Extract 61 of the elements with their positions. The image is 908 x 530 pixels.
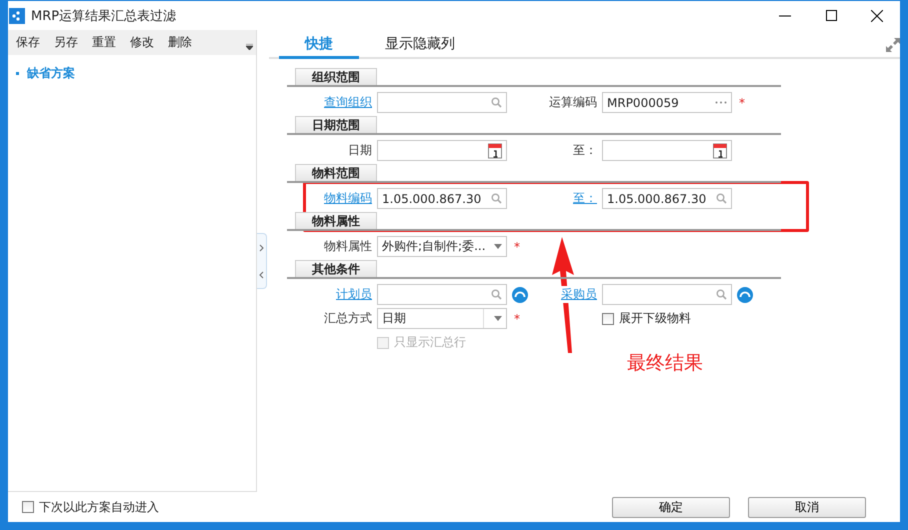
field-link[interactable]: 查询组织 <box>324 94 372 111</box>
field-label: 运算编码 <box>549 94 597 111</box>
search-icon[interactable] <box>491 289 502 300</box>
ellipsis-icon[interactable] <box>715 101 727 104</box>
toolbar-button[interactable]: 另存 <box>54 34 78 51</box>
overflow-icon[interactable] <box>246 44 253 50</box>
checkbox[interactable] <box>602 312 614 324</box>
refresh-icon[interactable] <box>737 286 753 302</box>
input-field[interactable] <box>602 284 732 305</box>
checkbox-label[interactable]: 下次以此方案自动进入 <box>22 498 159 516</box>
splitter-handle[interactable] <box>257 233 267 289</box>
checkbox-label[interactable]: 展开下级物料 <box>602 310 732 327</box>
search-icon[interactable] <box>716 193 727 204</box>
toolbar-button[interactable]: 删除 <box>168 34 192 51</box>
scheme-item[interactable]: 缺省方案 <box>16 65 256 82</box>
input-field[interactable] <box>377 284 507 305</box>
app-icon <box>9 8 25 24</box>
minimize-icon[interactable] <box>779 14 791 16</box>
input-field[interactable] <box>377 92 507 113</box>
caret-icon[interactable] <box>494 316 502 321</box>
tab[interactable]: 快捷 <box>279 35 359 59</box>
toolbar-button[interactable]: 保存 <box>16 34 40 51</box>
required-mark: * <box>514 312 520 326</box>
annotation-text: 最终结果 <box>627 351 703 376</box>
input-field[interactable]: 1.05.000.867.30 <box>377 188 507 209</box>
search-icon[interactable] <box>491 97 502 108</box>
close-icon[interactable] <box>871 10 883 22</box>
dropdown-field[interactable]: 外购件;自制件;委... <box>377 236 507 257</box>
refresh-icon[interactable] <box>512 286 528 302</box>
field-link[interactable]: 计划员 <box>336 286 372 303</box>
field-label: 汇总方式 <box>324 310 372 327</box>
search-icon[interactable] <box>491 193 502 204</box>
input-field[interactable] <box>377 140 507 161</box>
section-header: 组织范围 <box>295 68 377 85</box>
expand-icon[interactable] <box>886 38 900 52</box>
field-link[interactable]: 物料编码 <box>324 190 372 207</box>
field-label: 物料属性 <box>324 238 372 255</box>
input-field[interactable] <box>602 140 732 161</box>
field-link[interactable]: 至： <box>573 190 597 207</box>
section-header: 物料范围 <box>295 164 377 181</box>
tab[interactable]: 显示隐藏列 <box>383 35 457 59</box>
field-link[interactable]: 采购员 <box>561 286 597 303</box>
calendar-icon[interactable] <box>713 142 727 158</box>
dropdown-field[interactable]: 日期 <box>377 308 507 329</box>
required-mark: * <box>514 240 520 254</box>
section-header: 其他条件 <box>295 260 377 277</box>
maximize-icon[interactable] <box>826 10 836 21</box>
section-header: 日期范围 <box>295 116 377 133</box>
input-field[interactable]: 1.05.000.867.30 <box>602 188 732 209</box>
dialog-button[interactable]: 取消 <box>748 496 866 518</box>
toolbar-button[interactable]: 重置 <box>92 34 116 51</box>
caret-icon[interactable] <box>494 244 502 249</box>
input-field[interactable]: MRP000059 <box>602 92 732 113</box>
window-title: MRP运算结果汇总表过滤 <box>31 8 178 24</box>
section-header: 物料属性 <box>295 212 377 229</box>
search-icon[interactable] <box>716 289 727 300</box>
dialog-button[interactable]: 确定 <box>612 496 730 518</box>
calendar-icon[interactable] <box>488 142 502 158</box>
toolbar-button[interactable]: 修改 <box>130 34 154 51</box>
required-mark: * <box>739 96 745 110</box>
checkbox[interactable] <box>22 501 34 513</box>
